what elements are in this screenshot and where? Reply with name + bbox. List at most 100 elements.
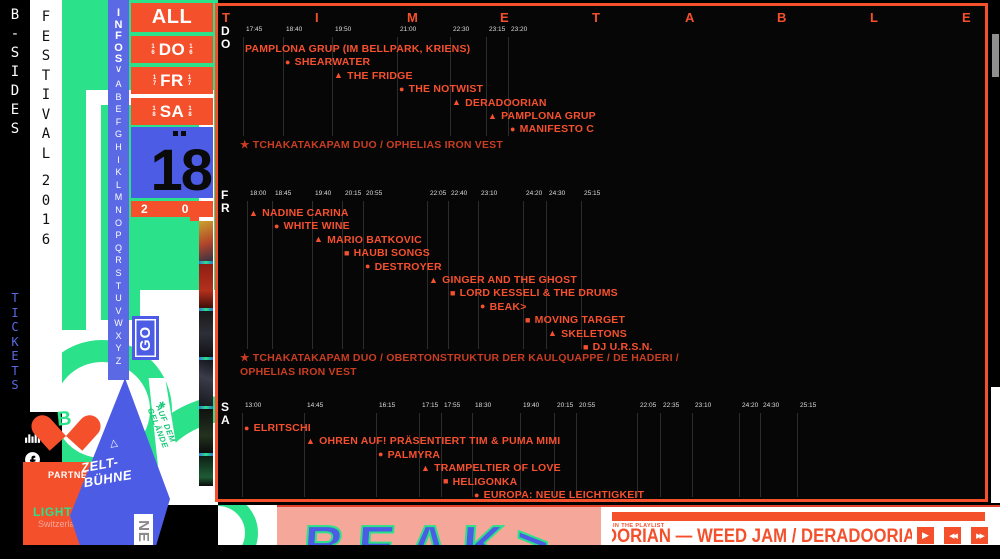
- act-entry[interactable]: ■HELIGONKA: [443, 476, 517, 488]
- timetable-header-letter: B: [777, 10, 786, 25]
- act-entry[interactable]: ▲MARIO BATKOVIC: [314, 234, 422, 246]
- forward-button[interactable]: ▶▶: [971, 527, 988, 544]
- act-entry[interactable]: ●BEAK>: [480, 301, 527, 313]
- special-acts-line[interactable]: ★ TCHAKATAKAPAM DUO / OBERTONSTRUKTUR DE…: [240, 351, 710, 379]
- photo-thumb[interactable]: [199, 311, 213, 357]
- index-letter[interactable]: S: [115, 267, 121, 280]
- act-entry[interactable]: ▲PAMPLONA GRUP: [488, 110, 596, 122]
- act-name: HELIGONKA: [453, 476, 518, 488]
- time-label: 20:15: [345, 190, 361, 197]
- act-entry[interactable]: ▲NADINE CARINA: [249, 207, 349, 219]
- act-name: GINGER AND THE GHOST: [442, 274, 577, 286]
- act-entry[interactable]: ●ELRITSCHI: [244, 422, 311, 434]
- act-entry[interactable]: ▲OHREN AUF! PRÄSENTIERT TIM & PUMA MIMI: [306, 435, 560, 447]
- index-letter[interactable]: X: [115, 330, 121, 343]
- act-entry[interactable]: ■LORD KESSELI & THE DRUMS: [450, 287, 618, 299]
- letter: V: [42, 106, 50, 126]
- index-letter[interactable]: V: [115, 305, 121, 318]
- index-letter[interactable]: P: [115, 229, 121, 242]
- time-gridline: [554, 413, 555, 497]
- play-button[interactable]: ▶: [917, 527, 934, 544]
- act-entry[interactable]: ▲GINGER AND THE GHOST: [429, 274, 577, 286]
- act-entry[interactable]: ■MOVING TARGET: [525, 314, 625, 326]
- act-name: PAMPLONA GRUP (IM BELLPARK, KRIENS): [245, 43, 470, 55]
- act-entry[interactable]: ▲SKELETONS: [548, 328, 627, 340]
- special-acts-line[interactable]: ★ TCHAKATAKAPAM DUO / OPHELIAS IRON VEST: [240, 138, 710, 152]
- act-entry[interactable]: ●MANIFESTO C: [510, 123, 594, 135]
- letter: L: [42, 145, 50, 165]
- index-letter[interactable]: G: [115, 128, 122, 141]
- act-entry[interactable]: ●EUROPA: NEUE LEICHTIGKEIT: [474, 489, 644, 501]
- scrollbar-thumb[interactable]: [992, 34, 999, 77]
- letter: D: [11, 82, 19, 101]
- index-letter[interactable]: E: [115, 103, 121, 116]
- heart-logo[interactable]: B: [44, 402, 88, 442]
- index-letter[interactable]: W: [114, 317, 123, 330]
- time-label: 25:15: [800, 402, 816, 409]
- photo-thumb[interactable]: [199, 409, 213, 453]
- letter: 2: [42, 172, 50, 192]
- timetable-header-letter: L: [870, 10, 878, 25]
- act-entry[interactable]: ●THE NOTWIST: [399, 83, 483, 95]
- index-letter[interactable]: Z: [116, 355, 122, 368]
- act-entry[interactable]: PAMPLONA GRUP (IM BELLPARK, KRIENS): [245, 43, 470, 55]
- index-letter[interactable]: Y: [115, 342, 121, 355]
- index-letter[interactable]: B: [115, 91, 121, 104]
- triangle-marker-icon: ▲: [334, 71, 343, 80]
- date-digits: 1 7: [153, 75, 156, 87]
- go-button[interactable]: GO: [132, 316, 159, 360]
- square-marker-icon: ■: [525, 316, 531, 325]
- letter: K: [11, 335, 18, 350]
- photo-strip[interactable]: [199, 221, 213, 486]
- index-letter[interactable]: O: [115, 217, 122, 230]
- act-entry[interactable]: ●WHITE WINE: [274, 220, 350, 232]
- index-letter[interactable]: N: [115, 204, 122, 217]
- day-button-fr[interactable]: 1 7FR1 7: [131, 67, 213, 94]
- date-digits: 1 6: [189, 44, 192, 56]
- act-entry[interactable]: ▲THE FRIDGE: [334, 70, 413, 82]
- act-entry[interactable]: ■HAUBI SONGS: [344, 247, 430, 259]
- letter: C: [11, 320, 18, 335]
- act-entry[interactable]: ▲TRAMPELTIER OF LOVE: [421, 462, 561, 474]
- index-letter[interactable]: I: [117, 154, 120, 167]
- time-gridline: [486, 37, 487, 136]
- index-letter[interactable]: A: [115, 78, 121, 91]
- day-button-label: SA: [160, 102, 185, 122]
- brand-vertical: B-SIDES: [3, 6, 27, 139]
- day-button-all[interactable]: ALL: [131, 3, 213, 32]
- time-gridline: [797, 413, 798, 497]
- index-letter[interactable]: T: [116, 280, 122, 293]
- rewind-button[interactable]: ◀◀: [944, 527, 961, 544]
- triangle-marker-icon: ▲: [452, 98, 461, 107]
- time-gridline: [576, 413, 577, 497]
- photo-thumb[interactable]: [199, 456, 213, 486]
- timetable-header-letter: E: [962, 10, 971, 25]
- index-letter[interactable]: L: [116, 179, 121, 192]
- digit: 2: [141, 202, 148, 216]
- alphabet-index[interactable]: ABEFGHIKLMNOPQRSTUVWXYZ: [108, 78, 129, 368]
- index-letter[interactable]: F: [116, 116, 122, 129]
- letter: S: [221, 401, 235, 414]
- index-letter[interactable]: M: [115, 191, 123, 204]
- act-entry[interactable]: ●SHEARWATER: [285, 56, 370, 68]
- index-letter[interactable]: U: [115, 292, 122, 305]
- index-letter[interactable]: K: [115, 166, 121, 179]
- year-bar: 2 0: [131, 201, 213, 217]
- act-entry[interactable]: ●PALMYRA: [378, 449, 440, 461]
- photo-thumb[interactable]: [199, 360, 213, 406]
- photo-thumb[interactable]: [199, 221, 213, 261]
- act-name: MARIO BATKOVIC: [327, 234, 422, 246]
- act-entry[interactable]: ▲DERADOORIAN: [452, 97, 547, 109]
- page: B-SIDES FESTIVAL 2016 TICKETS INFOS ∨ AB…: [0, 0, 1000, 559]
- tickets-link[interactable]: TICKETS: [3, 291, 27, 393]
- news-box[interactable]: NE: [134, 514, 153, 548]
- act-entry[interactable]: ●DESTROYER: [365, 261, 442, 273]
- timetable-panel: TIMETABLEDO17:4518:4019:5021:0022:3023:1…: [215, 3, 988, 502]
- index-letter[interactable]: H: [115, 141, 122, 154]
- infos-link[interactable]: INFOS: [108, 8, 129, 66]
- day-button-sa[interactable]: 1 8SA1 8: [131, 98, 213, 125]
- day-button-do[interactable]: 1 6DO1 6: [131, 36, 213, 63]
- index-letter[interactable]: R: [115, 254, 122, 267]
- index-letter[interactable]: Q: [115, 242, 122, 255]
- photo-thumb[interactable]: [199, 264, 213, 308]
